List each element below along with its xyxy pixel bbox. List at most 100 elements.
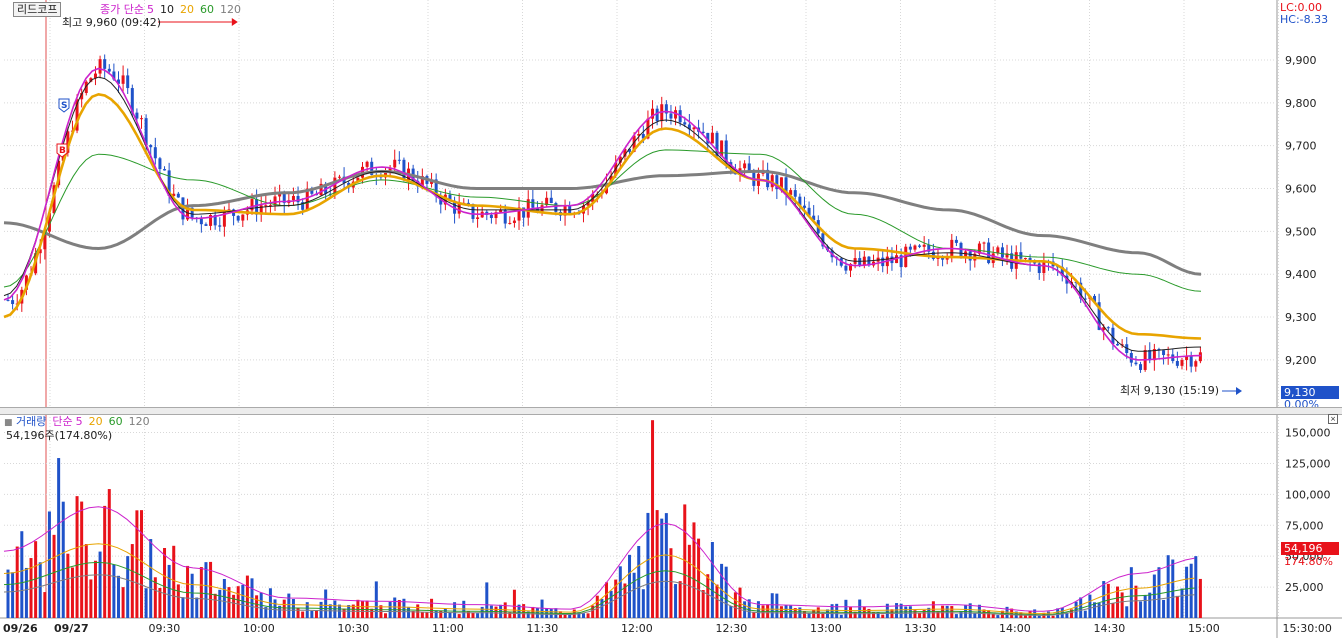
volume-bar: [936, 611, 940, 618]
volume-bar: [407, 606, 411, 618]
ma20-label: 20: [179, 3, 194, 16]
candle-body: [802, 205, 806, 208]
candle-body: [1042, 261, 1046, 274]
volume-bar: [660, 518, 664, 618]
x-tick-label: 10:30: [338, 622, 370, 635]
y-tick-label: 9,800: [1285, 97, 1317, 110]
volume-bar: [70, 567, 74, 618]
volume-bar: [1152, 574, 1156, 618]
volume-bar: [1129, 567, 1133, 618]
price-ma-legend: 종가 단순 5 10 20 60 120: [100, 3, 247, 16]
volume-bar: [236, 586, 240, 618]
volume-bar: [945, 605, 949, 618]
ma5-label: 5: [146, 3, 154, 16]
hc-label: HC:-8.33: [1280, 13, 1329, 26]
volume-bar: [112, 564, 116, 618]
volume-tick-label: 75,000: [1285, 519, 1324, 532]
volume-bar: [646, 512, 650, 618]
volume-bar: [255, 595, 259, 618]
x-tick-label: 15:00: [1188, 622, 1220, 635]
candle-body: [264, 205, 268, 207]
volume-bar: [1171, 559, 1175, 618]
volume-bar: [1175, 595, 1179, 618]
stock-chart-window: { "price_panel": { "ticker_label": "리드코프…: [0, 0, 1342, 638]
volume-bar: [816, 607, 820, 618]
volume-bar: [674, 584, 678, 618]
x-tick-label: 09/26: [3, 622, 38, 635]
volume-bar: [222, 579, 226, 618]
volume-bar: [213, 593, 217, 618]
volume-ma-label: 단순: [52, 415, 73, 428]
ticker-label[interactable]: 리드코프: [13, 2, 62, 17]
volume-bar: [770, 593, 774, 618]
low-marker: 최저 9,130 (15:19): [1120, 384, 1220, 397]
buy-signal-label: B: [59, 146, 66, 156]
volume-bar: [876, 612, 880, 618]
candle-body: [982, 242, 986, 244]
candle-body: [1106, 327, 1110, 329]
volume-bar: [954, 614, 958, 618]
y-tick-label: 9,500: [1285, 225, 1317, 238]
volume-bar: [697, 538, 701, 618]
y-tick-label: 9,900: [1285, 54, 1317, 67]
panel-divider[interactable]: [0, 407, 1342, 415]
candle-body: [1175, 361, 1179, 366]
volume-tick-label: 100,000: [1285, 488, 1331, 501]
volume-bar: [370, 608, 374, 618]
volume-bar: [1106, 583, 1110, 618]
volume-bar: [61, 501, 65, 618]
volume-bar: [1157, 567, 1161, 618]
volume-bar: [374, 581, 378, 618]
volume-bar: [121, 587, 125, 618]
candle-body: [163, 169, 167, 171]
volume-bar: [149, 539, 153, 618]
volume-bar: [586, 613, 590, 618]
candle-body: [1033, 262, 1037, 264]
volume-bar: [1097, 603, 1101, 618]
candle-body: [1162, 350, 1166, 356]
volume-bar: [729, 606, 733, 618]
volume-bar: [1139, 601, 1143, 618]
candle-body: [512, 220, 516, 223]
volume-bar: [75, 496, 79, 618]
volume-bar: [11, 572, 15, 618]
candle-body: [531, 199, 535, 208]
volume-bar: [655, 510, 659, 618]
volume-bar: [581, 613, 585, 618]
candle-body: [158, 158, 162, 170]
ma60-label: 60: [199, 3, 214, 16]
volume-bar: [301, 611, 305, 618]
volume-bar: [457, 614, 461, 618]
background: [0, 0, 1342, 638]
volume-bar: [52, 534, 56, 618]
volume-square-icon: ■: [4, 418, 13, 428]
candle-body: [397, 159, 401, 161]
candle-body: [908, 246, 912, 250]
volume-bar: [195, 597, 199, 618]
volume-bar: [420, 612, 424, 618]
volume-bar: [443, 608, 447, 618]
y-tick-label: 9,400: [1285, 268, 1317, 281]
candle-body: [913, 245, 917, 250]
volume-bar: [116, 575, 120, 618]
vma20-label: 20: [88, 415, 103, 428]
volume-bar: [66, 553, 70, 618]
volume-bar: [950, 606, 954, 618]
volume-bar: [204, 562, 208, 618]
volume-bar: [1162, 599, 1166, 618]
volume-bar: [471, 612, 475, 618]
sell-signal-label: S: [61, 101, 67, 111]
volume-bar: [1120, 592, 1124, 618]
volume-bar: [1143, 595, 1147, 618]
volume-bar: [1198, 578, 1202, 618]
candle-body: [103, 59, 107, 69]
volume-bar: [600, 598, 604, 618]
volume-bar: [701, 590, 705, 618]
volume-title: 거래량: [16, 415, 47, 428]
close-icon[interactable]: ×: [1328, 414, 1338, 424]
candle-body: [1000, 247, 1004, 258]
ma10-label: 10: [159, 3, 174, 16]
candle-body: [669, 113, 673, 119]
candle-body: [176, 193, 180, 198]
candle-body: [126, 75, 130, 89]
